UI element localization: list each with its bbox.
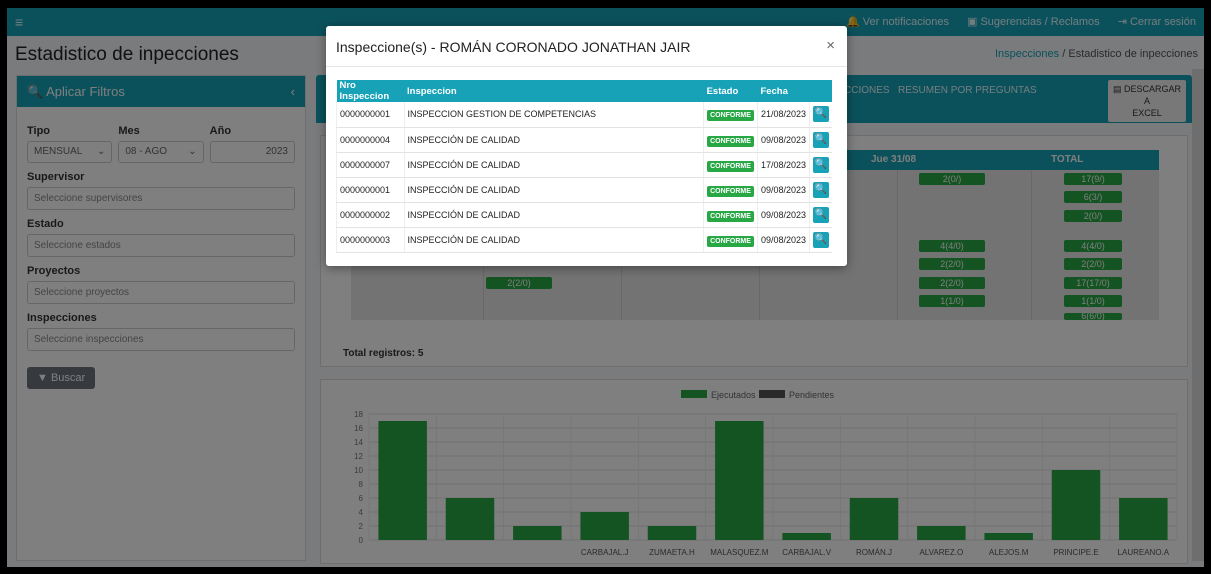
- nro-cell: 0000000007: [336, 152, 404, 178]
- search-icon: 🔍: [814, 158, 828, 170]
- action-cell: 🔍: [808, 202, 832, 228]
- action-cell: 🔍: [808, 177, 832, 203]
- inspeccion-cell: INSPECCIÓN DE CALIDAD: [403, 127, 704, 153]
- table-row: 0000000004 INSPECCIÓN DE CALIDAD CONFORME 0…: [336, 127, 832, 153]
- fecha-cell: 17/08/2023: [756, 152, 810, 178]
- status-badge: CONFORME: [707, 210, 754, 222]
- fecha-cell: 09/08/2023: [756, 202, 810, 228]
- estado-cell: CONFORME: [703, 227, 758, 253]
- app-frame: ≡ 🔔 Ver notificaciones ▣ Sugerencias / R…: [7, 8, 1204, 567]
- modal-title: Inspeccione(s) - ROMÁN CORONADO JONATHAN…: [336, 39, 691, 55]
- status-badge: CONFORME: [707, 160, 754, 172]
- col-fecha: Fecha: [757, 80, 810, 102]
- inspeccion-cell: INSPECCION GESTION DE COMPETENCIAS: [403, 102, 704, 128]
- modal-divider: [326, 66, 847, 67]
- fecha-cell: 09/08/2023: [756, 127, 810, 153]
- search-icon: 🔍: [814, 208, 828, 220]
- inspeccion-cell: INSPECCIÓN DE CALIDAD: [403, 152, 704, 178]
- status-badge: CONFORME: [707, 135, 754, 147]
- status-badge: CONFORME: [707, 235, 754, 247]
- search-icon: 🔍: [814, 233, 828, 245]
- status-badge: CONFORME: [707, 110, 754, 122]
- nro-cell: 0000000001: [336, 177, 404, 203]
- action-cell: 🔍: [808, 227, 832, 253]
- inspeccion-cell: INSPECCIÓN DE CALIDAD: [403, 202, 704, 228]
- nro-cell: 0000000003: [336, 227, 404, 253]
- inspections-modal: Inspeccione(s) - ROMÁN CORONADO JONATHAN…: [326, 26, 847, 266]
- action-cell: 🔍: [808, 102, 832, 128]
- inspeccion-cell: INSPECCIÓN DE CALIDAD: [403, 177, 704, 203]
- close-icon[interactable]: ×: [826, 37, 835, 54]
- estado-cell: CONFORME: [703, 127, 758, 153]
- status-badge: CONFORME: [707, 185, 754, 197]
- search-icon: 🔍: [814, 183, 828, 195]
- view-inspection-button[interactable]: 🔍: [812, 206, 829, 223]
- table-row: 0000000002 INSPECCIÓN DE CALIDAD CONFORME 0…: [336, 202, 832, 228]
- fecha-cell: 09/08/2023: [756, 227, 810, 253]
- table-row: 0000000001 INSPECCIÓN DE CALIDAD CONFORME 0…: [336, 177, 832, 203]
- col-inspeccion: Inspeccion: [404, 80, 704, 102]
- nro-cell: 0000000002: [336, 202, 404, 228]
- estado-cell: CONFORME: [703, 202, 758, 228]
- table-row: 0000000007 INSPECCIÓN DE CALIDAD CONFORME 1…: [336, 152, 832, 178]
- search-icon: 🔍: [814, 108, 828, 120]
- view-inspection-button[interactable]: 🔍: [812, 156, 829, 173]
- estado-cell: CONFORME: [703, 177, 758, 203]
- col-nro: Nro Inspeccion: [336, 80, 404, 102]
- action-cell: 🔍: [808, 127, 832, 153]
- fecha-cell: 09/08/2023: [756, 177, 810, 203]
- table-row: 0000000001 INSPECCION GESTION DE COMPETEN…: [336, 102, 832, 128]
- view-inspection-button[interactable]: 🔍: [812, 231, 829, 248]
- estado-cell: CONFORME: [703, 152, 758, 178]
- inspeccion-cell: INSPECCIÓN DE CALIDAD: [403, 227, 704, 253]
- fecha-cell: 21/08/2023: [756, 102, 810, 128]
- search-icon: 🔍: [814, 133, 828, 145]
- nro-cell: 0000000001: [336, 102, 404, 128]
- table-header-row: Nro Inspeccion Inspeccion Estado Fecha: [336, 80, 832, 102]
- inspections-table: Nro Inspeccion Inspeccion Estado Fecha 0…: [336, 80, 832, 253]
- nro-cell: 0000000004: [336, 127, 404, 153]
- estado-cell: CONFORME: [703, 102, 758, 128]
- action-cell: 🔍: [808, 152, 832, 178]
- view-inspection-button[interactable]: 🔍: [812, 181, 829, 198]
- view-inspection-button[interactable]: 🔍: [812, 106, 829, 123]
- view-inspection-button[interactable]: 🔍: [812, 131, 829, 148]
- col-action: [809, 80, 832, 102]
- table-row: 0000000003 INSPECCIÓN DE CALIDAD CONFORME 0…: [336, 227, 832, 253]
- col-estado: Estado: [703, 80, 758, 102]
